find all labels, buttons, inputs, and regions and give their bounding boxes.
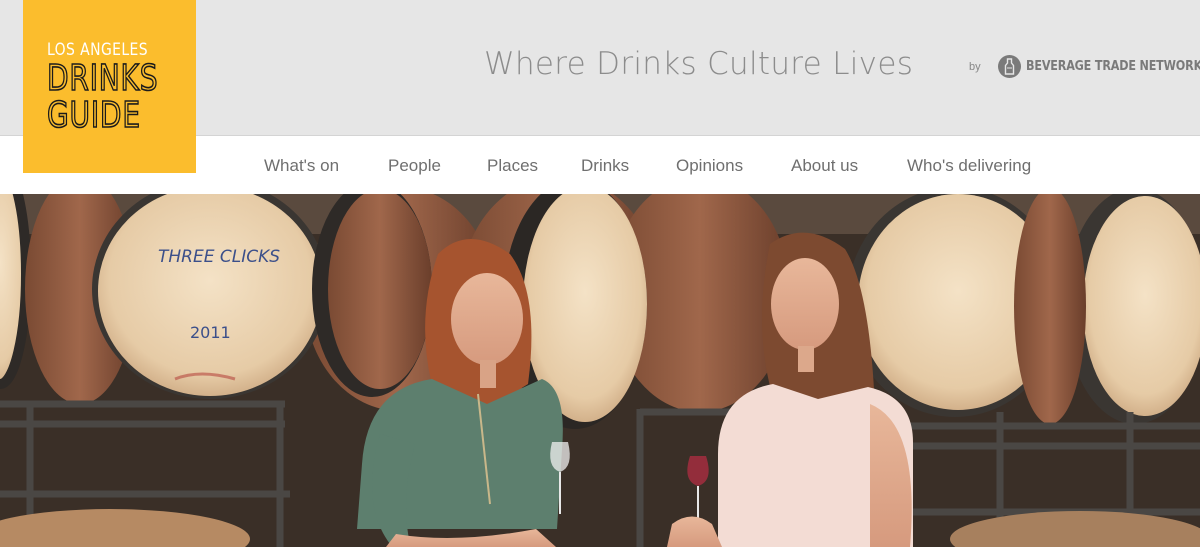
nav-item-opinions[interactable]: Opinions [676, 156, 743, 176]
logo-line-2: DRINKS [46, 58, 159, 99]
hero-photo-illustration: THREE CLICKS 2011 [0, 194, 1200, 547]
barrel-label-2: 2011 [190, 323, 231, 342]
nav-item-drinks[interactable]: Drinks [581, 156, 629, 176]
logo-line-1: LOS ANGELES [47, 40, 149, 60]
nav-item-people[interactable]: People [388, 156, 441, 176]
bottle-circle-icon [998, 55, 1021, 78]
logo-line-3: GUIDE [46, 95, 141, 136]
site-logo[interactable]: LOS ANGELES DRINKS GUIDE [23, 0, 196, 173]
site-tagline: Where Drinks Culture Lives [484, 46, 914, 82]
nav-item-places[interactable]: Places [487, 156, 538, 176]
barrel-label-1: THREE CLICKS [158, 247, 280, 267]
nav-item-whos-delivering[interactable]: Who's delivering [907, 156, 1031, 176]
nav-item-whats-on[interactable]: What's on [264, 156, 339, 176]
partner-name: BEVERAGE TRADE NETWORK [1026, 59, 1200, 74]
nav-item-about-us[interactable]: About us [791, 156, 858, 176]
partner-logo[interactable]: BEVERAGE TRADE NETWORK [998, 55, 1200, 78]
hero-image: THREE CLICKS 2011 [0, 194, 1200, 547]
by-label: by [969, 61, 981, 73]
